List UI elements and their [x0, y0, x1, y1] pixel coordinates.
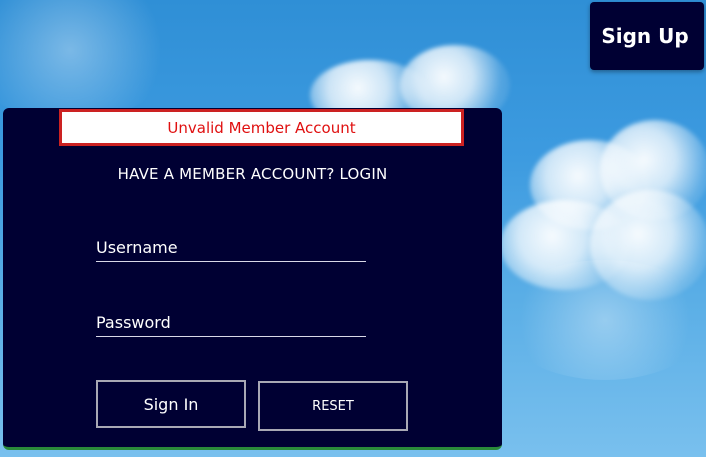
error-message: Unvalid Member Account [59, 109, 464, 146]
cloud-decoration [500, 260, 706, 380]
reset-button[interactable]: RESET [258, 381, 408, 431]
login-panel [3, 108, 502, 450]
error-message-text: Unvalid Member Account [167, 118, 356, 137]
signup-button[interactable]: Sign Up [590, 2, 704, 70]
login-heading: HAVE A MEMBER ACCOUNT? LOGIN [117, 165, 388, 183]
password-input[interactable] [96, 309, 366, 337]
signin-button[interactable]: Sign In [96, 380, 246, 428]
username-input[interactable] [96, 234, 366, 262]
page-background: Sign Up Unvalid Member Account HAVE A ME… [0, 0, 706, 457]
cloud-decoration [0, 0, 180, 120]
